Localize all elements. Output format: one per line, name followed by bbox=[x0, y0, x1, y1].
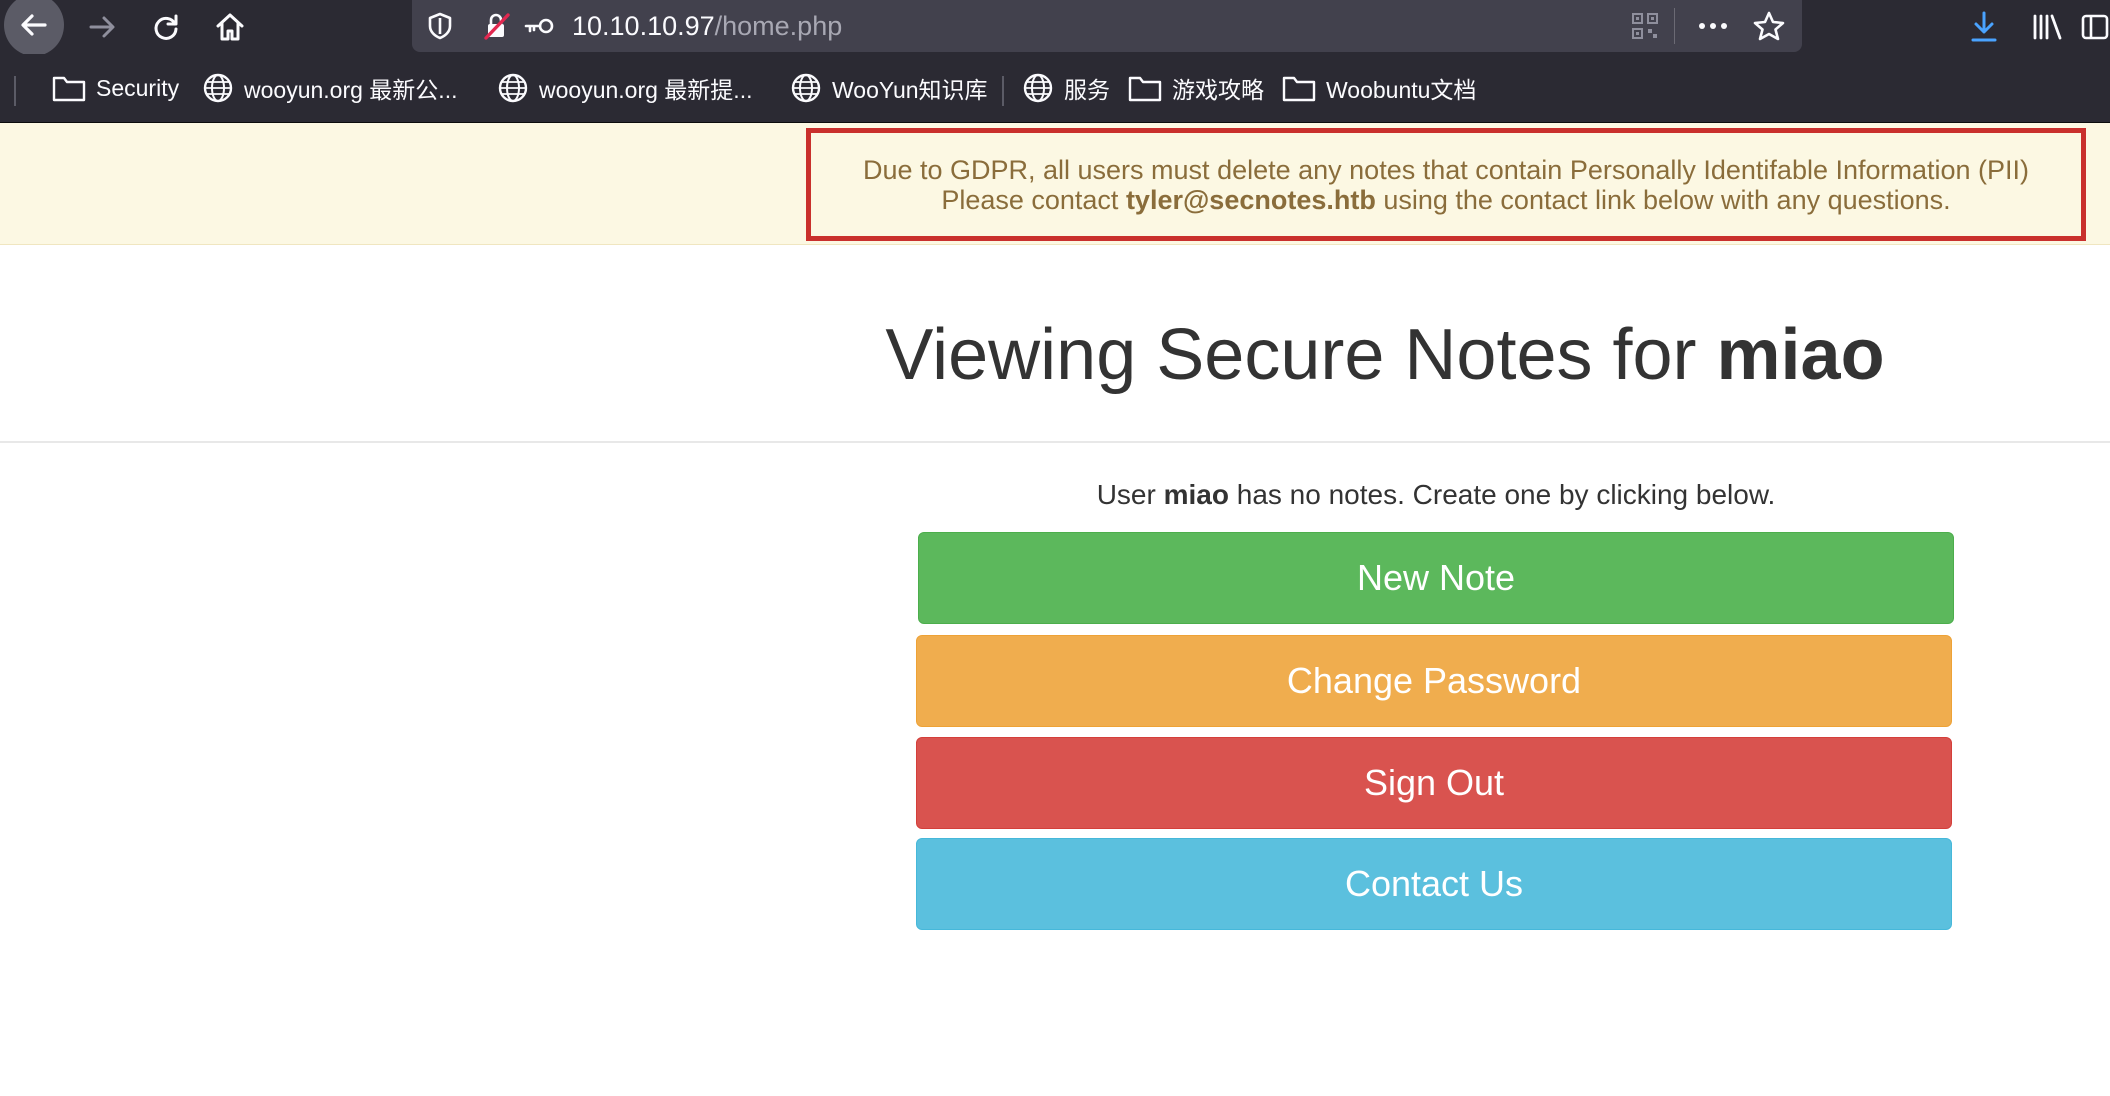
bookmark-label: wooyun.org 最新提... bbox=[539, 77, 753, 103]
address-bar[interactable]: 10.10.10.97/home.php bbox=[412, 0, 1802, 52]
bookmark-woobuntu-docs[interactable]: Woobuntu文档 bbox=[1282, 54, 1476, 122]
folder-icon bbox=[1282, 76, 1316, 102]
notes-status: User miao has no notes. Create one by cl… bbox=[918, 478, 1954, 512]
bookmark-star-icon[interactable] bbox=[1752, 0, 1786, 52]
globe-icon bbox=[1023, 73, 1053, 103]
bookmarks-separator bbox=[14, 76, 16, 106]
bookmarks-separator bbox=[1002, 76, 1004, 106]
page-title: Viewing Secure Notes for miao bbox=[0, 310, 2110, 400]
home-button[interactable] bbox=[200, 0, 260, 54]
notice-line-2-suffix: using the contact link below with any qu… bbox=[1375, 184, 1951, 215]
arrow-left-icon bbox=[21, 14, 47, 36]
library-icon bbox=[2033, 14, 2062, 40]
more-actions-icon[interactable] bbox=[1696, 0, 1730, 52]
globe-icon bbox=[203, 73, 233, 103]
notice-line-2-prefix: Please contact bbox=[941, 184, 1126, 215]
bookmark-label: Woobuntu文档 bbox=[1326, 77, 1477, 103]
qr-code-icon[interactable] bbox=[1630, 0, 1660, 52]
bookmark-label: Security bbox=[96, 74, 180, 101]
reload-icon bbox=[154, 14, 178, 40]
url-host: 10.10.10.97 bbox=[572, 11, 715, 41]
title-divider bbox=[0, 441, 2110, 443]
sign-out-button[interactable]: Sign Out bbox=[916, 737, 1952, 829]
bookmark-wooyun-kb[interactable]: WooYun知识库 bbox=[790, 54, 988, 122]
bookmark-game-guides[interactable]: 游戏攻略 bbox=[1128, 54, 1264, 122]
bookmark-security[interactable]: Security bbox=[52, 54, 179, 122]
back-button[interactable] bbox=[4, 0, 64, 56]
new-note-button[interactable]: New Note bbox=[918, 532, 1954, 624]
globe-icon bbox=[498, 73, 528, 103]
bookmark-label: WooYun知识库 bbox=[832, 77, 988, 103]
library-button[interactable] bbox=[2018, 0, 2078, 54]
bookmarks-toolbar: Security wooyun.org 最新公... wooyun.org 最新… bbox=[0, 54, 2110, 123]
download-icon bbox=[1971, 11, 1997, 42]
status-username: miao bbox=[1163, 479, 1229, 510]
bookmark-label: 游戏攻略 bbox=[1172, 77, 1264, 103]
bookmark-wooyun-2[interactable]: wooyun.org 最新提... bbox=[497, 54, 752, 122]
gdpr-notice: Due to GDPR, all users must delete any n… bbox=[806, 128, 2086, 241]
bookmark-label: 服务 bbox=[1064, 77, 1110, 103]
bookmark-label: wooyun.org 最新公... bbox=[244, 77, 458, 103]
browser-toolbar: 10.10.10.97/home.php bbox=[0, 0, 2110, 56]
insecure-lock-icon[interactable] bbox=[482, 0, 512, 52]
status-prefix: User bbox=[1096, 479, 1164, 510]
folder-icon bbox=[1128, 76, 1162, 102]
shield-icon[interactable] bbox=[426, 0, 454, 52]
url-path: /home.php bbox=[714, 11, 843, 41]
change-password-button[interactable]: Change Password bbox=[916, 635, 1952, 727]
page-title-prefix: Viewing Secure Notes for bbox=[885, 315, 1717, 395]
notice-line-2: Please contact tyler@secnotes.htb using … bbox=[941, 185, 1950, 215]
page-title-username: miao bbox=[1716, 315, 1885, 395]
contact-us-button[interactable]: Contact Us bbox=[916, 838, 1952, 930]
notice-line-1: Due to GDPR, all users must delete any n… bbox=[862, 154, 2030, 185]
reload-button[interactable] bbox=[136, 0, 196, 54]
forward-button[interactable] bbox=[72, 0, 132, 54]
arrow-right-icon bbox=[89, 16, 115, 38]
sidebar-button[interactable] bbox=[2080, 0, 2110, 54]
url-text[interactable]: 10.10.10.97/home.php bbox=[572, 0, 842, 52]
bookmark-wooyun-1[interactable]: wooyun.org 最新公... bbox=[202, 54, 457, 122]
status-suffix: has no notes. Create one by clicking bel… bbox=[1228, 479, 1776, 510]
sidebar-icon bbox=[2081, 14, 2109, 40]
contact-email: tyler@secnotes.htb bbox=[1125, 184, 1376, 215]
key-icon[interactable] bbox=[522, 0, 556, 52]
home-icon bbox=[216, 13, 244, 41]
url-separator bbox=[1674, 8, 1675, 44]
bookmark-services[interactable]: 服务 bbox=[1022, 54, 1110, 122]
globe-icon bbox=[791, 73, 821, 103]
folder-icon bbox=[52, 76, 86, 102]
downloads-button[interactable] bbox=[1954, 0, 2014, 54]
